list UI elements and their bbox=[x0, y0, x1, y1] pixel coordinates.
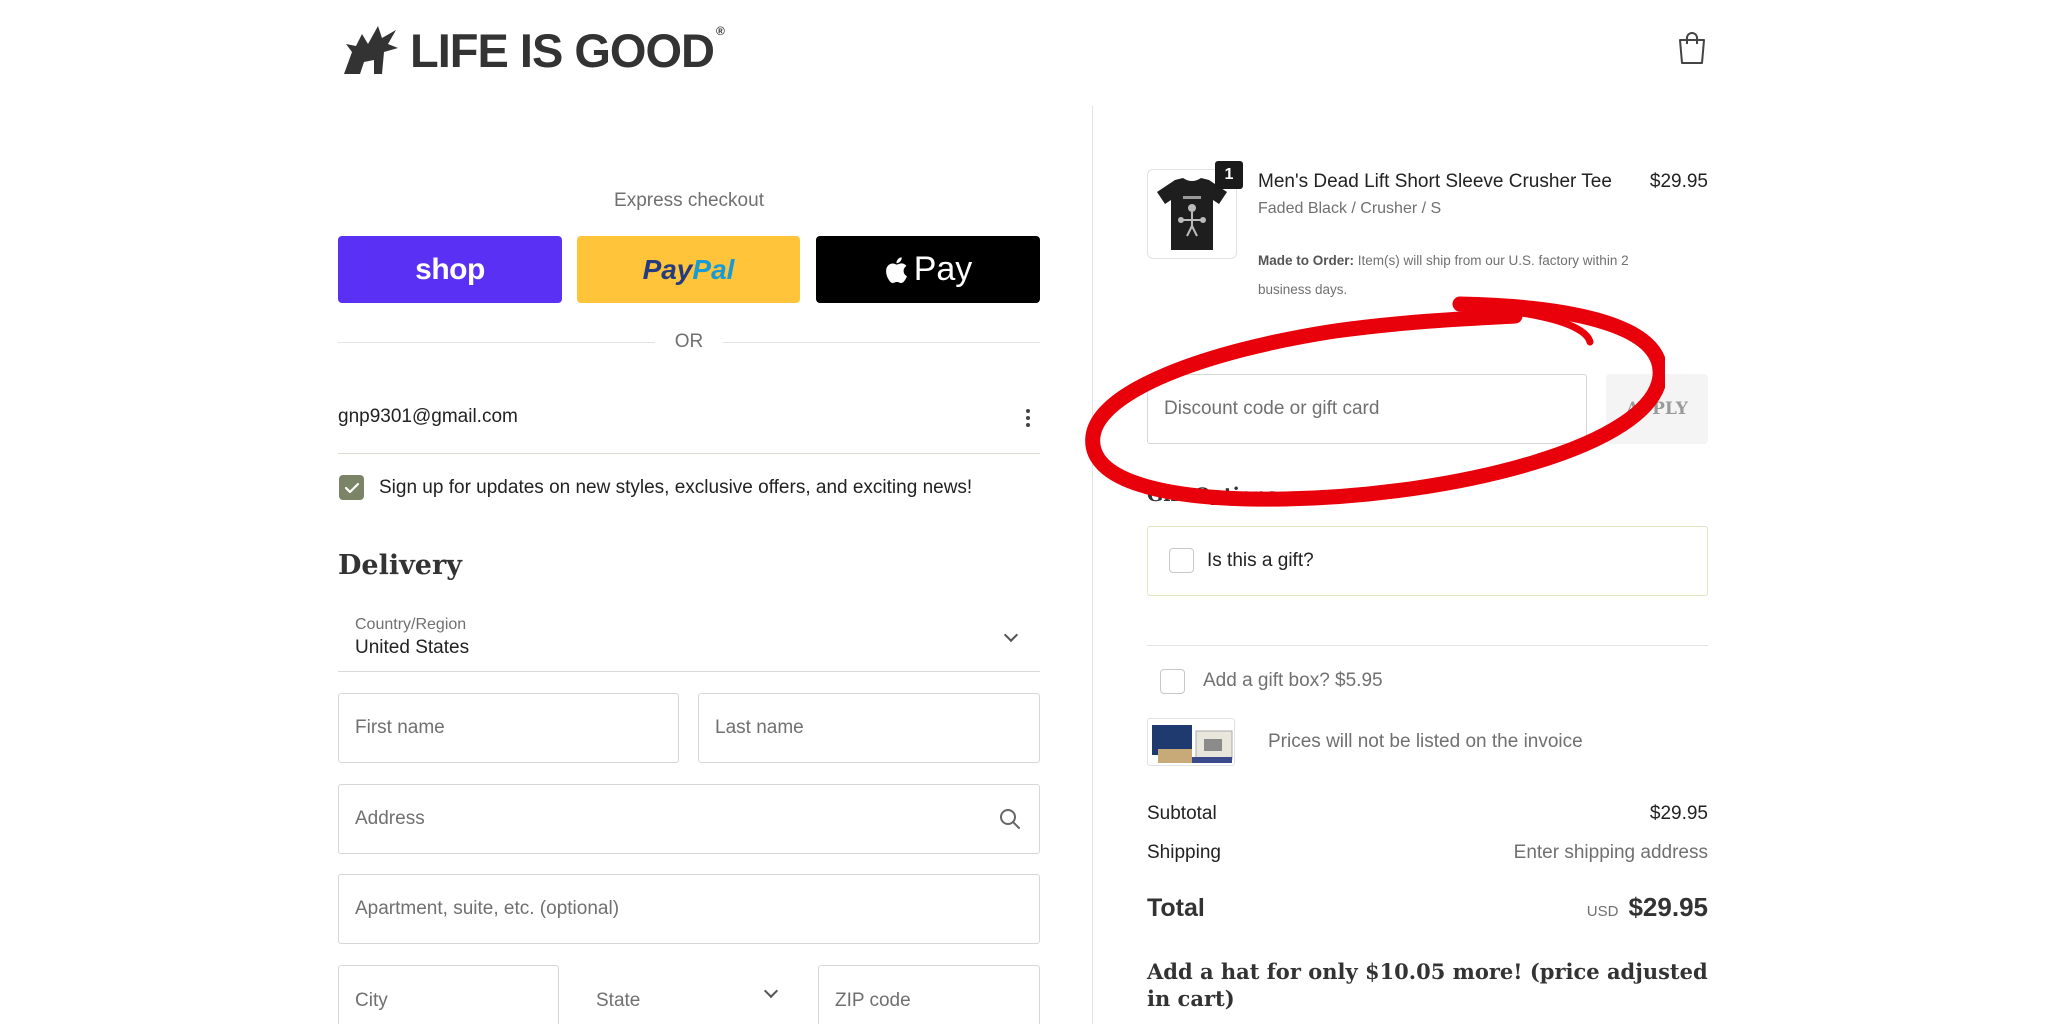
product-variant: Faded Black / Crusher / S bbox=[1258, 200, 1442, 217]
search-icon bbox=[1000, 809, 1020, 829]
email-divider bbox=[338, 453, 1040, 454]
first-name-field[interactable] bbox=[338, 693, 679, 763]
or-separator: OR bbox=[338, 330, 1040, 354]
is-gift-checkbox[interactable] bbox=[1169, 548, 1194, 573]
apple-logo-icon bbox=[885, 256, 907, 283]
shop-pay-label: shop bbox=[415, 252, 485, 286]
apple-pay-label: Pay bbox=[913, 250, 973, 288]
apartment-input[interactable] bbox=[355, 898, 1039, 920]
apartment-field[interactable] bbox=[338, 874, 1040, 944]
separator-line bbox=[338, 341, 655, 343]
paypal-label-part2: Pal bbox=[692, 253, 735, 285]
account-email: gnp9301@gmail.com bbox=[338, 406, 518, 427]
chevron-down-icon bbox=[1003, 627, 1019, 643]
logo-text: LIFE IS GOOD bbox=[410, 23, 715, 77]
state-select[interactable]: State bbox=[578, 965, 799, 1024]
zip-field[interactable] bbox=[818, 965, 1040, 1024]
upsell-heading: Add a hat for only $10.05 more! (price a… bbox=[1147, 959, 1708, 1011]
discount-field[interactable] bbox=[1147, 374, 1587, 444]
country-value: United States bbox=[355, 637, 470, 658]
gift-options-heading: Gift Options bbox=[1147, 484, 1278, 506]
first-name-input[interactable] bbox=[355, 717, 678, 739]
subtotal-label: Subtotal bbox=[1147, 803, 1217, 824]
paypal-button[interactable]: Pay Pal bbox=[577, 236, 800, 303]
city-field[interactable] bbox=[338, 965, 559, 1024]
newsletter-label: Sign up for updates on new styles, exclu… bbox=[379, 477, 973, 498]
column-divider bbox=[1092, 106, 1093, 1024]
shopping-bag-icon bbox=[1679, 32, 1705, 64]
country-label: Country/Region bbox=[355, 616, 467, 633]
city-input[interactable] bbox=[355, 990, 558, 1012]
checkmark-icon bbox=[344, 482, 359, 493]
product-name: Men's Dead Lift Short Sleeve Crusher Tee bbox=[1258, 171, 1612, 192]
separator-line bbox=[723, 341, 1040, 343]
newsletter-checkbox[interactable] bbox=[339, 475, 364, 500]
cart-button[interactable] bbox=[1676, 30, 1708, 66]
state-placeholder: State bbox=[596, 990, 641, 1011]
shop-pay-button[interactable]: shop bbox=[338, 236, 562, 303]
gift-box-image bbox=[1147, 718, 1235, 766]
shipping-label: Shipping bbox=[1147, 842, 1221, 863]
address-field[interactable] bbox=[338, 784, 1040, 854]
gift-box-label: Add a gift box? $5.95 bbox=[1203, 670, 1383, 691]
total-value-group: USD $29.95 bbox=[1500, 892, 1708, 923]
address-input[interactable] bbox=[355, 808, 999, 830]
chevron-down-icon bbox=[763, 983, 779, 999]
registered-mark: ® bbox=[715, 24, 725, 38]
last-name-field[interactable] bbox=[698, 693, 1040, 763]
account-menu-button[interactable] bbox=[1020, 404, 1036, 432]
gift-box-checkbox[interactable] bbox=[1160, 669, 1185, 694]
apply-discount-button[interactable]: APPLY bbox=[1606, 374, 1708, 444]
paypal-label-part1: Pay bbox=[642, 253, 693, 285]
currency-code: USD bbox=[1586, 903, 1619, 920]
country-select[interactable]: Country/Region United States bbox=[338, 606, 1040, 672]
zip-input[interactable] bbox=[835, 990, 1039, 1012]
total-value: $29.95 bbox=[1628, 892, 1708, 922]
made-to-order-note: Made to Order: Item(s) will ship from ou… bbox=[1258, 246, 1638, 304]
invoice-note: Prices will not be listed on the invoice bbox=[1268, 731, 1583, 752]
shipping-value: Enter shipping address bbox=[1513, 842, 1708, 863]
note-bold: Made to Order: bbox=[1258, 253, 1355, 268]
last-name-input[interactable] bbox=[715, 717, 1039, 739]
product-price: $29.95 bbox=[1649, 171, 1708, 192]
gift-divider bbox=[1147, 645, 1708, 646]
apple-pay-button[interactable]: Pay bbox=[816, 236, 1040, 303]
express-checkout-label: Express checkout bbox=[614, 190, 764, 211]
is-gift-label: Is this a gift? bbox=[1207, 550, 1314, 571]
subtotal-value: $29.95 bbox=[1649, 803, 1708, 824]
or-text: OR bbox=[674, 331, 704, 352]
quantity-badge: 1 bbox=[1215, 161, 1243, 189]
logo-dragon-icon bbox=[344, 26, 398, 74]
total-label: Total bbox=[1147, 894, 1205, 922]
delivery-heading: Delivery bbox=[338, 550, 462, 581]
more-vertical-icon bbox=[1026, 409, 1030, 427]
site-logo[interactable]: LIFE IS GOOD ® bbox=[338, 20, 725, 80]
discount-input[interactable] bbox=[1164, 398, 1586, 420]
